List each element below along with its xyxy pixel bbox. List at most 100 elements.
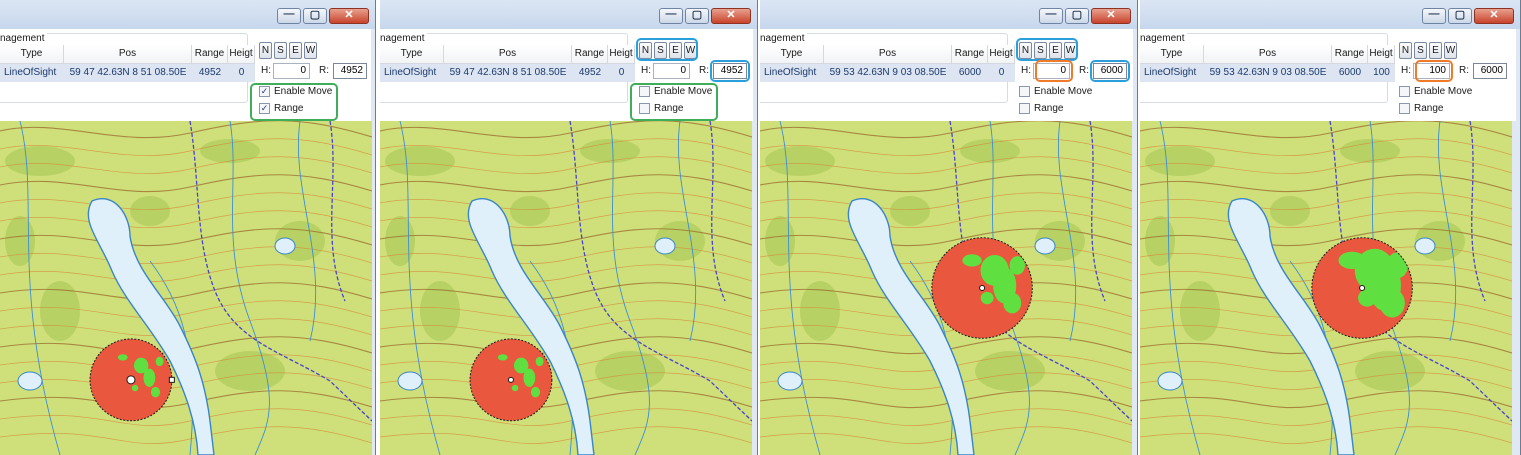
minimize-button[interactable]: — (277, 8, 301, 24)
maximize-button[interactable]: ▢ (685, 8, 709, 24)
map-canvas[interactable] (760, 121, 1132, 455)
column-header[interactable]: Type (760, 45, 824, 63)
table-row[interactable]: LineOfSight 59 47 42.63N 8 51 08.50E 4952 0 (380, 64, 635, 82)
range-handle[interactable] (168, 376, 175, 383)
close-button[interactable]: ✕ (711, 8, 751, 24)
column-header[interactable]: Pos (64, 45, 192, 63)
title-bar[interactable]: — ▢ ✕ (0, 0, 375, 29)
terrain-patch (5, 216, 35, 266)
column-header[interactable]: Pos (1204, 45, 1332, 63)
minimize-button[interactable]: — (659, 8, 683, 24)
column-header[interactable]: Range (572, 45, 608, 63)
range-checkbox[interactable]: Range (639, 101, 683, 115)
pond-shape (17, 371, 43, 391)
column-header[interactable]: Type (1140, 45, 1204, 63)
checkbox-label: Enable Move (1414, 85, 1473, 97)
move-e-button[interactable]: E (669, 42, 682, 59)
minimize-button[interactable]: — (1422, 8, 1446, 24)
map-canvas[interactable] (1140, 121, 1512, 455)
height-input[interactable]: 0 (653, 63, 690, 79)
table-row[interactable]: LineOfSight 59 53 42.63N 9 03 08.50E 6000 1… (1140, 64, 1395, 82)
move-s-button[interactable]: S (1034, 42, 1047, 59)
column-header[interactable]: Type (380, 45, 444, 63)
title-bar[interactable]: — ▢ ✕ (760, 0, 1137, 29)
map-canvas[interactable] (0, 121, 372, 455)
title-bar[interactable]: — ▢ ✕ (380, 0, 757, 29)
range-input[interactable]: 6000 (1093, 63, 1127, 79)
height-input[interactable]: 0 (1033, 63, 1070, 79)
range-input[interactable]: 6000 (1473, 63, 1507, 79)
topographic-map[interactable] (1140, 121, 1512, 455)
range-checkbox[interactable]: Range (1019, 101, 1063, 115)
map-canvas[interactable] (380, 121, 752, 455)
move-w-button[interactable]: W (1444, 42, 1457, 59)
column-header[interactable]: Heigt (228, 45, 255, 63)
move-e-button[interactable]: E (289, 42, 302, 59)
move-n-button[interactable]: N (1399, 42, 1412, 59)
column-header[interactable]: Pos (824, 45, 952, 63)
maximize-icon: ▢ (309, 9, 321, 21)
maximize-button[interactable]: ▢ (303, 8, 327, 24)
move-s-button[interactable]: S (654, 42, 667, 59)
checkbox-box[interactable] (1019, 102, 1030, 114)
observer-point[interactable] (1359, 285, 1366, 291)
maximize-icon: ▢ (1071, 9, 1083, 21)
maximize-button[interactable]: ▢ (1448, 8, 1472, 24)
move-n-button[interactable]: N (1019, 42, 1032, 59)
move-s-button[interactable]: S (274, 42, 287, 59)
range-input[interactable]: 4952 (713, 63, 747, 79)
checkbox-box[interactable]: ✓ (259, 102, 270, 114)
column-header[interactable]: Pos (444, 45, 572, 63)
topographic-map[interactable] (380, 121, 752, 455)
height-input[interactable]: 100 (1413, 63, 1450, 79)
range-checkbox[interactable]: Range (1399, 101, 1443, 115)
range-input[interactable]: 4952 (333, 63, 367, 79)
move-w-button[interactable]: W (1064, 42, 1077, 59)
enable-move-checkbox[interactable]: Enable Move (1019, 84, 1092, 98)
move-w-button[interactable]: W (304, 42, 317, 59)
enable-move-checkbox[interactable]: Enable Move (639, 84, 712, 98)
cell-type: LineOfSight (1144, 67, 1197, 78)
column-header[interactable]: Range (192, 45, 228, 63)
enable-move-checkbox[interactable]: ✓ Enable Move (259, 84, 332, 98)
minimize-button[interactable]: — (1039, 8, 1063, 24)
topographic-map[interactable] (760, 121, 1132, 455)
checkbox-box[interactable] (1019, 85, 1030, 97)
checkbox-box[interactable] (639, 85, 650, 97)
observer-point[interactable] (126, 375, 136, 385)
table-row[interactable]: LineOfSight 59 47 42.63N 8 51 08.50E 4952 0 (0, 64, 255, 82)
move-s-button[interactable]: S (1414, 42, 1427, 59)
height-input[interactable]: 0 (273, 63, 310, 79)
app-window-4: — ▢ ✕ nagement Type Pos Range Heigt LineOfSight 5… (1140, 0, 1521, 455)
move-e-button[interactable]: E (1049, 42, 1062, 59)
move-n-button[interactable]: N (259, 42, 272, 59)
close-button[interactable]: ✕ (1091, 8, 1131, 24)
los-visible-area (150, 386, 161, 398)
table-row[interactable]: LineOfSight 59 53 42.63N 9 03 08.50E 6000 0 (760, 64, 1015, 82)
close-button[interactable]: ✕ (329, 8, 369, 24)
checkbox-box[interactable] (1399, 85, 1410, 97)
topographic-map[interactable] (0, 121, 372, 455)
observer-point[interactable] (507, 376, 514, 383)
move-w-button[interactable]: W (684, 42, 697, 59)
terrain-patch (960, 139, 1020, 163)
move-n-button[interactable]: N (639, 42, 652, 59)
column-header[interactable]: Heigt (608, 45, 635, 63)
maximize-button[interactable]: ▢ (1065, 8, 1089, 24)
enable-move-checkbox[interactable]: Enable Move (1399, 84, 1472, 98)
column-header[interactable]: Range (952, 45, 988, 63)
column-header[interactable]: Range (1332, 45, 1368, 63)
observer-point[interactable] (979, 285, 986, 291)
column-header[interactable]: Type (0, 45, 64, 63)
column-header[interactable]: Heigt (1368, 45, 1395, 63)
close-button[interactable]: ✕ (1474, 8, 1514, 24)
checkbox-box[interactable]: ✓ (259, 85, 270, 97)
checkbox-box[interactable] (1399, 102, 1410, 114)
range-checkbox[interactable]: ✓ Range (259, 101, 303, 115)
terrain-patch (1340, 139, 1400, 163)
column-header[interactable]: Heigt (988, 45, 1015, 63)
title-bar[interactable]: — ▢ ✕ (1140, 0, 1520, 29)
move-e-button[interactable]: E (1429, 42, 1442, 59)
close-icon: ✕ (726, 9, 736, 21)
checkbox-box[interactable] (639, 102, 650, 114)
